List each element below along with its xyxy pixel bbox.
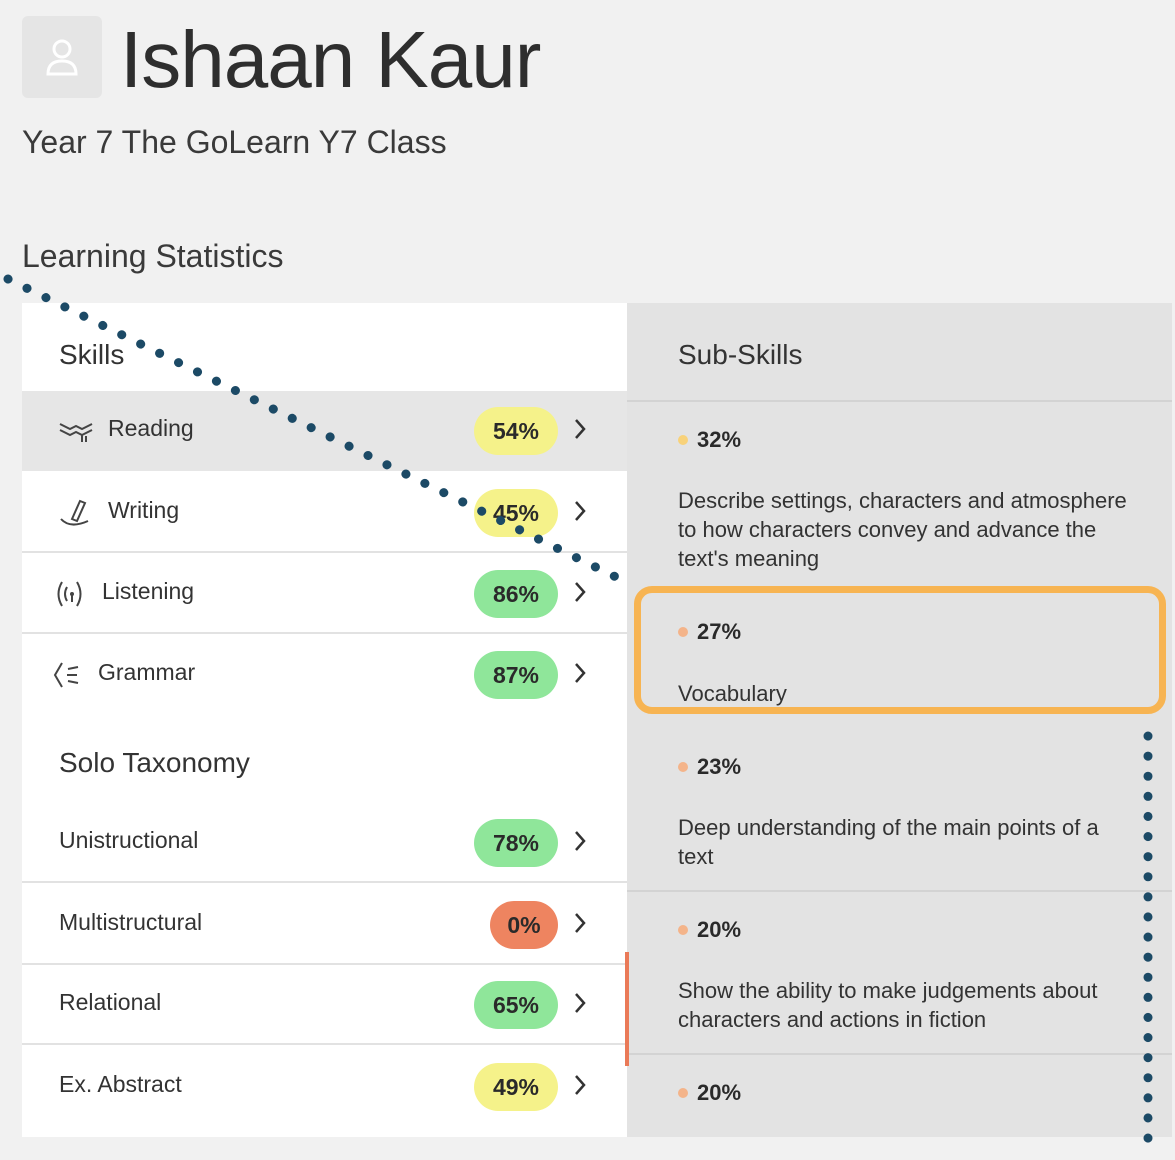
chevron-right-icon [570,823,590,859]
grammar-icon [52,657,88,693]
user-icon [46,39,78,76]
subskill-percent: 23% [678,754,741,780]
subskill-percent-value: 20% [697,1080,742,1105]
solo-label: Relational [59,989,162,1015]
solo-taxonomy-heading: Solo Taxonomy [59,747,250,778]
listening-icon [54,576,90,612]
skill-percent-badge: 45% [474,489,558,537]
skill-row-reading[interactable]: Reading 54% [22,391,627,471]
solo-percent-badge: 0% [490,901,558,949]
skill-percent-badge: 54% [474,407,558,455]
solo-label: Ex. Abstract [59,1071,182,1097]
status-dot [678,1088,688,1098]
subskill-description: Deep understanding of the main points of… [678,815,1099,869]
status-dot [678,925,688,935]
subskill-percent: 20% [678,917,741,943]
solo-row-multistructural[interactable]: Multistructural 0% [22,885,627,965]
chevron-right-icon [570,411,590,447]
subskill-percent: 20% [678,1080,741,1106]
solo-label: Unistructional [59,827,199,853]
scroll-indicator [625,952,629,1066]
student-class: Year 7 The GoLearn Y7 Class [22,124,447,160]
reading-icon [58,413,94,449]
skill-percent-badge: 87% [474,651,558,699]
subskill-description: Describe settings, characters and atmosp… [678,488,1127,571]
skill-row-grammar[interactable]: Grammar 87% [22,635,627,715]
subskill-description: Show the ability to make judgements abou… [678,978,1098,1032]
solo-label: Multistructural [59,909,203,935]
divider [627,1053,1172,1055]
skill-label: Listening [102,578,195,604]
solo-row-relational[interactable]: Relational 65% [22,965,627,1045]
skill-row-writing[interactable]: Writing 45% [22,473,627,553]
subskill-percent-value: 32% [697,427,742,452]
chevron-right-icon [570,655,590,691]
section-title: Learning Statistics [22,238,284,274]
solo-percent-badge: 65% [474,981,558,1029]
chevron-right-icon [570,493,590,529]
chevron-right-icon [570,1067,590,1103]
skill-row-listening[interactable]: Listening 86% [22,554,627,634]
highlight-box [634,586,1166,714]
skills-panel: Skills Reading 54% Writing 45% Listening… [22,303,627,1137]
chevron-right-icon [570,905,590,941]
avatar [22,16,102,98]
chevron-right-icon [570,985,590,1021]
status-dot [678,762,688,772]
divider [627,890,1172,892]
solo-percent-badge: 49% [474,1063,558,1111]
subskill-percent-value: 20% [697,917,742,942]
skills-heading: Skills [59,339,125,370]
status-dot [678,435,688,445]
student-name: Ishaan Kaur [120,15,541,104]
subskill-percent-value: 23% [697,754,742,779]
divider [627,400,1172,402]
solo-row-unistructional[interactable]: Unistructional 78% [22,803,627,883]
subskills-heading: Sub-Skills [678,339,803,370]
solo-percent-badge: 78% [474,819,558,867]
solo-row-ex-abstract[interactable]: Ex. Abstract 49% [22,1047,627,1127]
skill-label: Grammar [98,659,196,685]
chevron-right-icon [570,574,590,610]
subskills-panel: Sub-Skills 32% Describe settings, charac… [627,303,1172,1137]
skill-label: Reading [108,415,194,441]
subskill-percent: 32% [678,427,741,453]
skill-percent-badge: 86% [474,570,558,618]
skill-label: Writing [108,497,180,523]
writing-icon [58,495,94,531]
